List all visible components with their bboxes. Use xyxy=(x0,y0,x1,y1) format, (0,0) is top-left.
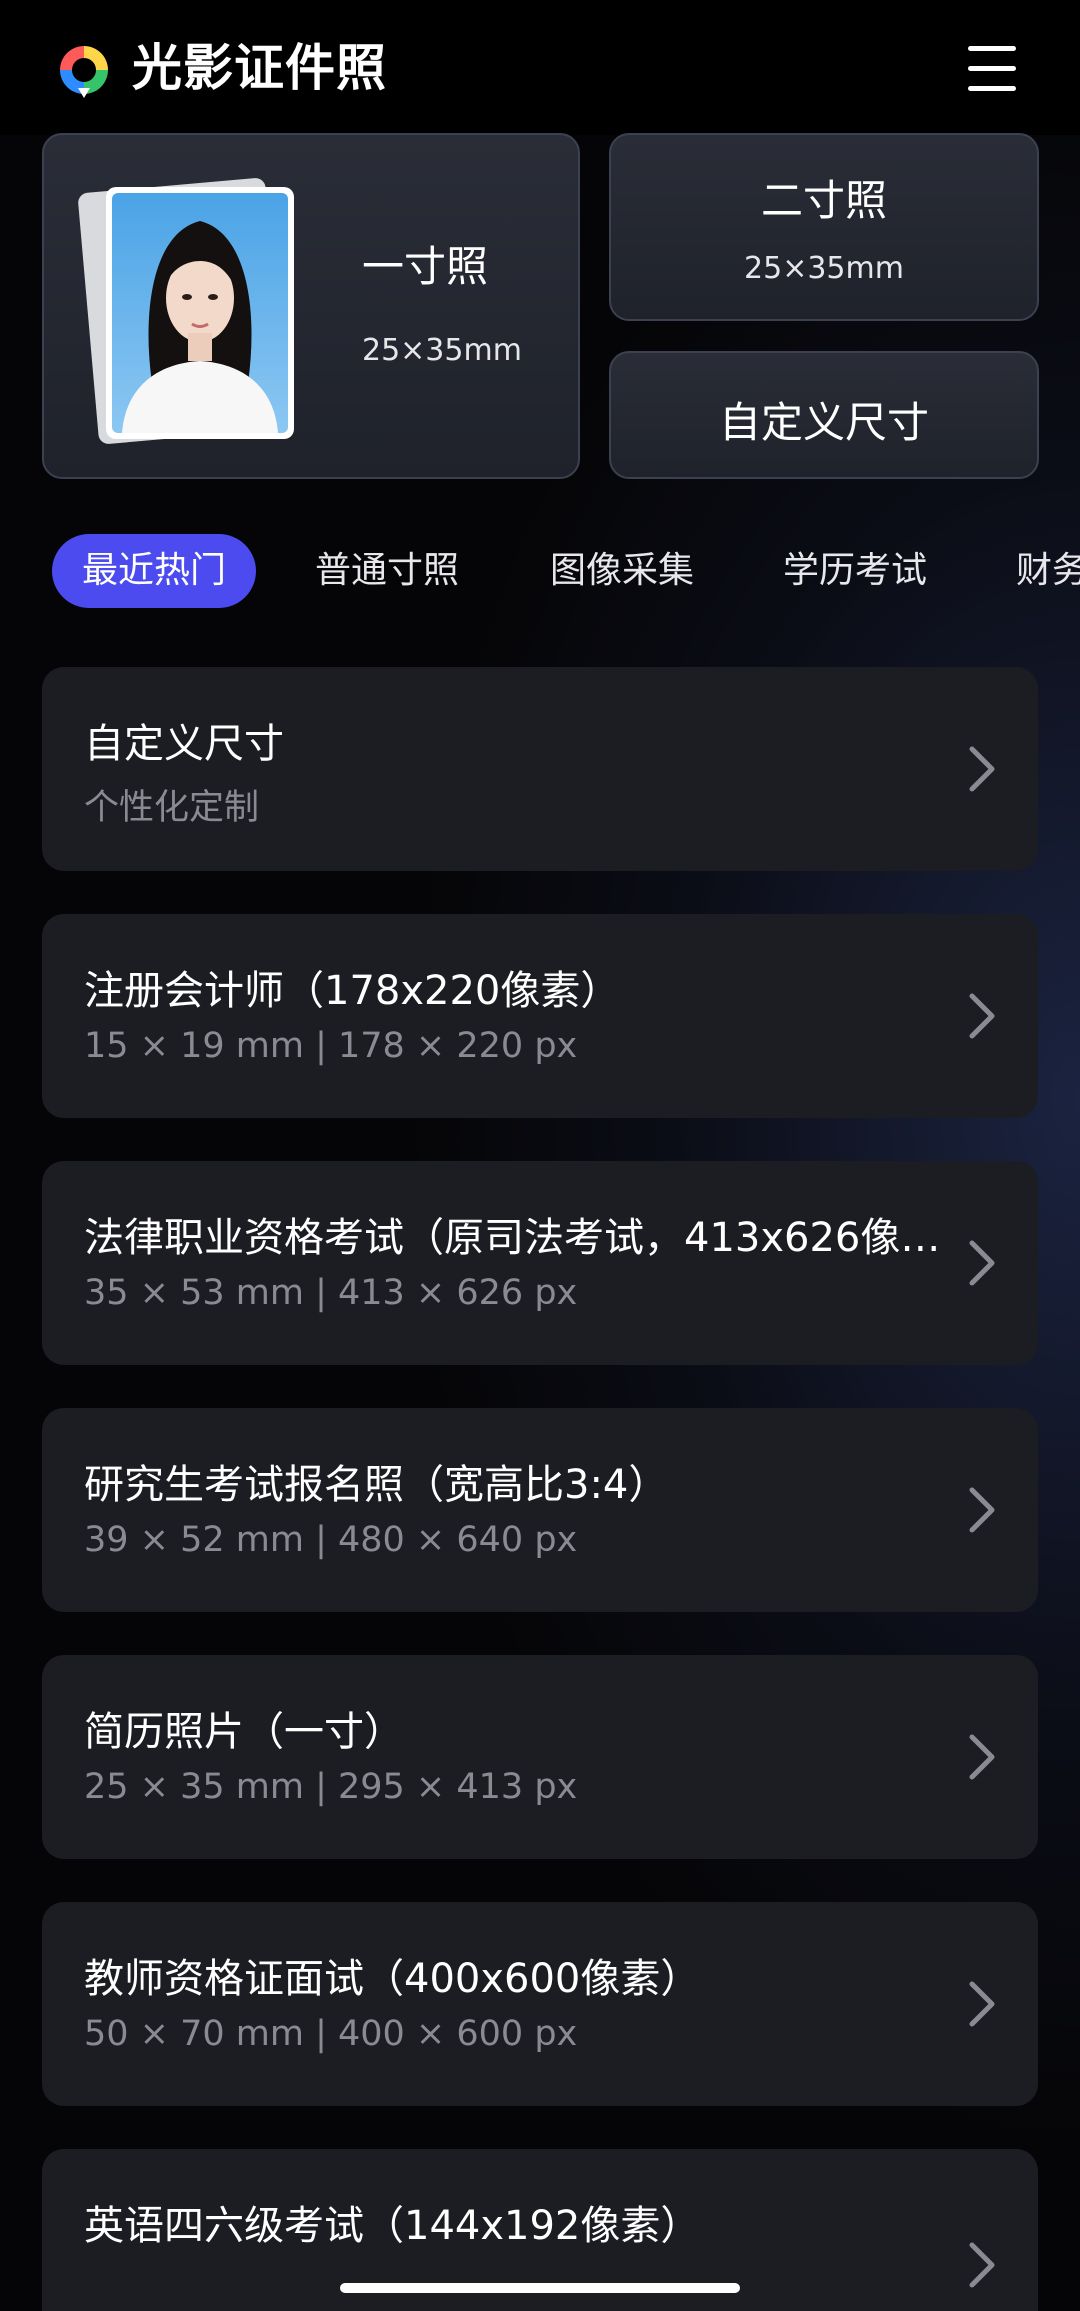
item-subtitle: 50 × 70 mm | 400 × 600 px xyxy=(84,2014,578,2054)
item-title: 法律职业资格考试（原司法考试，413x626像素） xyxy=(84,1215,954,1261)
item-subtitle: 个性化定制 xyxy=(84,788,260,828)
tab-normal-size[interactable]: 普通寸照 xyxy=(315,534,459,608)
item-title: 教师资格证面试（400x600像素） xyxy=(84,1956,701,2002)
chevron-right-icon xyxy=(969,1981,995,2027)
list-item[interactable]: 注册会计师（178x220像素） 15 × 19 mm | 178 × 220 … xyxy=(42,914,1038,1118)
chevron-right-icon xyxy=(969,746,995,792)
item-title: 研究生考试报名照（宽高比3:4） xyxy=(84,1462,669,1508)
item-subtitle: 39 × 52 mm | 480 × 640 px xyxy=(84,1520,578,1560)
chevron-right-icon xyxy=(969,2242,995,2288)
item-title: 注册会计师（178x220像素） xyxy=(84,968,621,1014)
list-item[interactable]: 研究生考试报名照（宽高比3:4） 39 × 52 mm | 480 × 640 … xyxy=(42,1408,1038,1612)
home-indicator[interactable] xyxy=(340,2283,740,2293)
two-inch-photo-card[interactable]: 二寸照 25×35mm xyxy=(609,133,1039,321)
chevron-right-icon xyxy=(969,993,995,1039)
aperture-logo-icon xyxy=(60,46,108,98)
chevron-right-icon xyxy=(969,1734,995,1780)
custom-size-title: 自定义尺寸 xyxy=(718,398,929,447)
chevron-right-icon xyxy=(969,1487,995,1533)
tab-image-collection[interactable]: 图像采集 xyxy=(550,534,694,608)
list-item[interactable]: 法律职业资格考试（原司法考试，413x626像素） 35 × 53 mm | 4… xyxy=(42,1161,1038,1365)
tab-finance[interactable]: 财务 xyxy=(1016,534,1080,608)
item-subtitle: 25 × 35 mm | 295 × 413 px xyxy=(84,1767,578,1807)
item-subtitle: 35 × 53 mm | 413 × 626 px xyxy=(84,1273,578,1313)
list-item[interactable]: 简历照片（一寸） 25 × 35 mm | 295 × 413 px xyxy=(42,1655,1038,1859)
app-title: 光影证件照 xyxy=(132,39,387,97)
tab-education-exam[interactable]: 学历考试 xyxy=(783,534,927,608)
chevron-right-icon xyxy=(969,1240,995,1286)
two-inch-title: 二寸照 xyxy=(760,176,887,225)
item-subtitle: 15 × 19 mm | 178 × 220 px xyxy=(84,1026,578,1066)
portrait-photo xyxy=(106,187,294,439)
app-header: 光影证件照 xyxy=(0,0,1080,135)
one-inch-size: 25×35mm xyxy=(362,333,522,368)
one-inch-title: 一寸照 xyxy=(362,242,489,291)
hamburger-menu-icon[interactable] xyxy=(968,44,1020,92)
item-title: 自定义尺寸 xyxy=(84,721,284,767)
custom-size-card[interactable]: 自定义尺寸 xyxy=(609,351,1039,479)
one-inch-photo-card[interactable]: 一寸照 25×35mm xyxy=(42,133,580,479)
tab-recent-hot[interactable]: 最近热门 xyxy=(52,534,257,608)
list-item[interactable]: 自定义尺寸 个性化定制 xyxy=(42,667,1038,871)
item-title: 英语四六级考试（144x192像素） xyxy=(84,2203,701,2249)
list-item[interactable]: 教师资格证面试（400x600像素） 50 × 70 mm | 400 × 60… xyxy=(42,1902,1038,2106)
item-title: 简历照片（一寸） xyxy=(84,1709,404,1755)
category-tabs: 最近热门 普通寸照 图像采集 学历考试 财务 xyxy=(0,532,1080,612)
two-inch-size: 25×35mm xyxy=(744,251,904,286)
